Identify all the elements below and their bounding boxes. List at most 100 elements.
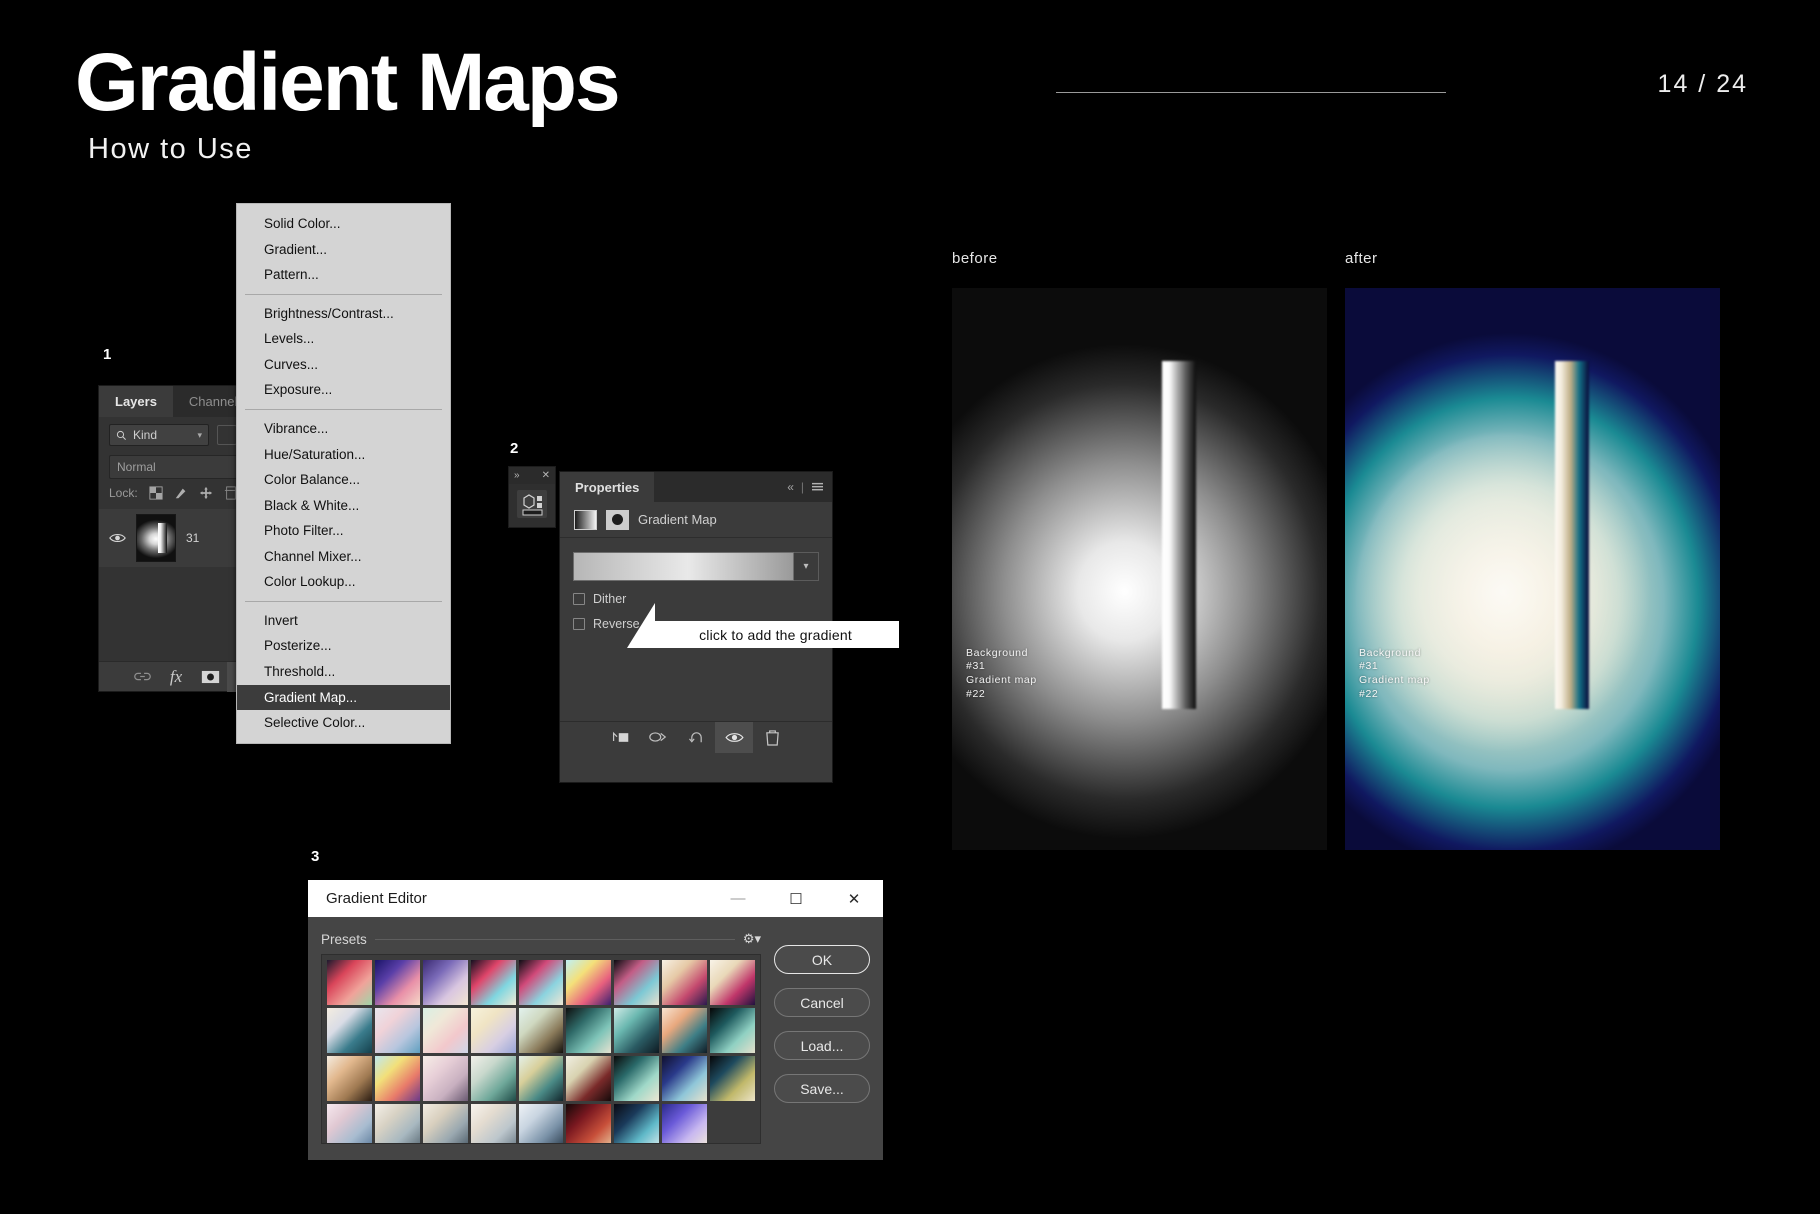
clip-to-layer-icon[interactable]	[601, 722, 639, 753]
tab-layers[interactable]: Layers	[99, 386, 173, 417]
lock-transparent-pixels-icon[interactable]	[149, 486, 163, 500]
gradient-preset-swatch[interactable]	[374, 1055, 420, 1101]
menu-item-levels[interactable]: Levels...	[237, 326, 450, 352]
gradient-preset-swatch[interactable]	[710, 960, 755, 1005]
menu-item-invert[interactable]: Invert	[237, 608, 450, 634]
gradient-preset-swatch[interactable]	[374, 1103, 420, 1143]
menu-item-solid-color[interactable]: Solid Color...	[237, 211, 450, 237]
dither-row[interactable]: Dither	[573, 592, 819, 606]
add-mask-icon[interactable]	[193, 662, 227, 692]
reverse-checkbox[interactable]	[573, 618, 585, 630]
gradient-preset-swatch[interactable]	[470, 960, 516, 1005]
menu-item-channel-mixer[interactable]: Channel Mixer...	[237, 544, 450, 570]
gradient-preset-swatch[interactable]	[470, 1007, 516, 1053]
menu-item-posterize[interactable]: Posterize...	[237, 633, 450, 659]
gear-icon[interactable]: ⚙▾	[743, 931, 761, 947]
cancel-button[interactable]: Cancel	[774, 988, 870, 1017]
link-icon[interactable]	[125, 662, 159, 692]
menu-item-curves[interactable]: Curves...	[237, 352, 450, 378]
reset-icon[interactable]	[677, 722, 715, 753]
dither-checkbox[interactable]	[573, 593, 585, 605]
menu-item-threshold[interactable]: Threshold...	[237, 659, 450, 685]
gradient-preset-swatch[interactable]	[327, 1007, 372, 1053]
gradient-preset-swatch[interactable]	[614, 1103, 660, 1143]
watermark-line-2: #31	[1359, 660, 1379, 673]
menu-item-brightness-contrast[interactable]: Brightness/Contrast...	[237, 301, 450, 327]
gradient-preset-swatch[interactable]	[422, 960, 468, 1005]
gradient-preset-swatch[interactable]	[422, 1103, 468, 1143]
menu-item-color-lookup[interactable]: Color Lookup...	[237, 569, 450, 595]
save-button[interactable]: Save...	[774, 1074, 870, 1103]
previous-state-icon[interactable]	[639, 722, 677, 753]
gradient-preset-swatch[interactable]	[662, 1103, 708, 1143]
expand-panels-icon[interactable]: »	[514, 470, 520, 481]
gradient-preset-swatch[interactable]	[566, 960, 612, 1005]
menu-separator	[245, 408, 442, 410]
menu-item-selective-color[interactable]: Selective Color...	[237, 710, 450, 736]
gradient-preset-swatch[interactable]	[327, 960, 372, 1005]
gradient-preset-swatch[interactable]	[518, 1007, 564, 1053]
chevron-down-icon[interactable]: ▾	[794, 552, 819, 581]
menu-item-vibrance[interactable]: Vibrance...	[237, 416, 450, 442]
delete-icon[interactable]	[753, 722, 791, 753]
gradient-picker-field[interactable]: ▾	[573, 552, 819, 581]
gradient-preset-swatch[interactable]	[518, 1055, 564, 1101]
close-icon[interactable]: ✕	[542, 470, 550, 481]
menu-item-black-and-white[interactable]: Black & White...	[237, 493, 450, 519]
gradient-preset-swatch[interactable]	[374, 1007, 420, 1053]
gradient-preset-swatch[interactable]	[614, 1055, 660, 1101]
gradient-preset-swatch[interactable]	[566, 1055, 612, 1101]
menu-item-gradient-map[interactable]: Gradient Map...	[237, 684, 450, 711]
lock-position-icon[interactable]	[199, 486, 213, 500]
filter-kind-dropdown[interactable]: Kind ▾	[109, 424, 209, 446]
menu-item-exposure[interactable]: Exposure...	[237, 377, 450, 403]
adjustment-layer-menu[interactable]: Solid Color... Gradient... Pattern... Br…	[236, 203, 451, 744]
menu-item-pattern[interactable]: Pattern...	[237, 262, 450, 288]
step-marker-2: 2	[510, 440, 519, 457]
step-marker-1: 1	[103, 346, 112, 363]
gradient-preset-swatch[interactable]	[614, 960, 660, 1005]
lock-image-pixels-icon[interactable]	[174, 486, 188, 500]
maximize-icon[interactable]: ☐	[767, 880, 825, 917]
load-button[interactable]: Load...	[774, 1031, 870, 1060]
presets-grid[interactable]	[327, 960, 755, 1143]
double-chevron-left-icon[interactable]: «	[787, 480, 794, 494]
layer-visibility-icon[interactable]	[109, 531, 126, 545]
gradient-preset-swatch[interactable]	[470, 1055, 516, 1101]
gradient-preset-swatch[interactable]	[710, 1007, 755, 1053]
menu-item-hue-saturation[interactable]: Hue/Saturation...	[237, 442, 450, 468]
gradient-preset-swatch[interactable]	[710, 1055, 755, 1101]
close-icon[interactable]: ✕	[825, 880, 883, 917]
gradient-preset-swatch[interactable]	[327, 1103, 372, 1143]
presets-scroll-area[interactable]	[321, 954, 761, 1144]
layer-name: 31	[186, 531, 200, 545]
gradient-preset-swatch[interactable]	[566, 1103, 612, 1143]
gradient-preview-swatch[interactable]	[573, 552, 794, 581]
collapsed-panel-dock[interactable]: » ✕	[508, 466, 556, 528]
ok-button[interactable]: OK	[774, 945, 870, 974]
fx-icon[interactable]: fx	[159, 662, 193, 692]
gradient-preset-swatch[interactable]	[374, 960, 420, 1005]
menu-item-photo-filter[interactable]: Photo Filter...	[237, 518, 450, 544]
gradient-preset-swatch[interactable]	[518, 960, 564, 1005]
menu-item-gradient[interactable]: Gradient...	[237, 237, 450, 263]
3d-panel-icon[interactable]	[517, 490, 547, 518]
gradient-preset-swatch[interactable]	[327, 1055, 372, 1101]
gradient-preset-swatch[interactable]	[518, 1103, 564, 1143]
menu-item-color-balance[interactable]: Color Balance...	[237, 467, 450, 493]
gradient-preset-swatch[interactable]	[662, 1007, 708, 1053]
gradient-preset-swatch[interactable]	[662, 960, 708, 1005]
gradient-editor-body: Presets ⚙▾ OK Cancel Load... Save...	[308, 917, 883, 1144]
panel-menu-icon[interactable]	[811, 482, 824, 493]
gradient-preset-swatch[interactable]	[422, 1007, 468, 1053]
minimize-icon[interactable]: —	[709, 880, 767, 917]
layer-mask-thumbnail[interactable]	[606, 509, 629, 530]
gradient-preset-swatch[interactable]	[566, 1007, 612, 1053]
tab-properties[interactable]: Properties	[560, 472, 655, 502]
gradient-preset-swatch[interactable]	[470, 1103, 516, 1143]
filter-pixel-icon[interactable]	[217, 425, 237, 445]
gradient-preset-swatch[interactable]	[422, 1055, 468, 1101]
toggle-visibility-icon[interactable]	[715, 721, 753, 753]
gradient-preset-swatch[interactable]	[662, 1055, 708, 1101]
gradient-preset-swatch[interactable]	[614, 1007, 660, 1053]
